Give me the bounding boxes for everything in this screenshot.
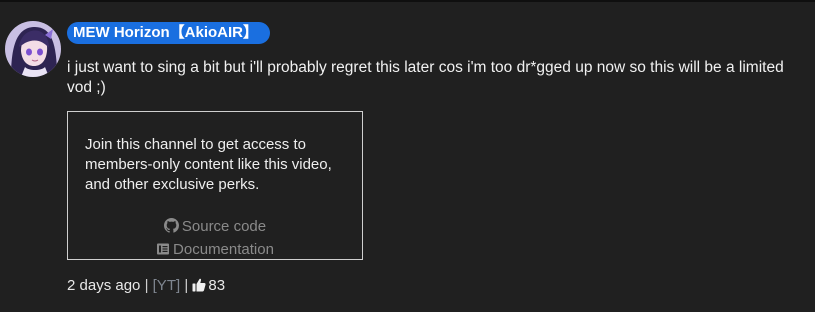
separator: | bbox=[184, 277, 189, 294]
documentation-link[interactable]: Documentation bbox=[68, 241, 362, 260]
thumbs-up-icon[interactable] bbox=[192, 278, 206, 296]
github-icon bbox=[163, 218, 179, 237]
yt-tag[interactable]: [YT] bbox=[153, 277, 181, 294]
members-only-message: Join this channel to get access to membe… bbox=[85, 136, 332, 193]
members-only-box: Join this channel to get access to membe… bbox=[67, 111, 363, 260]
comment-footer: 2 days ago | [YT] | 83 bbox=[67, 277, 225, 296]
separator: | bbox=[144, 277, 149, 294]
top-divider bbox=[0, 0, 815, 2]
timestamp: 2 days ago bbox=[67, 277, 141, 294]
book-icon bbox=[156, 242, 170, 260]
avatar[interactable] bbox=[5, 21, 61, 77]
source-code-label: Source code bbox=[181, 218, 267, 235]
source-code-link[interactable]: Source code bbox=[68, 218, 362, 237]
documentation-label: Documentation bbox=[173, 241, 274, 258]
avatar-image bbox=[5, 21, 61, 77]
author-name-badge[interactable]: MEW Horizon【AkioAIR】 bbox=[67, 22, 270, 44]
comment-text: i just want to sing a bit but i'll proba… bbox=[67, 59, 784, 96]
like-count: 83 bbox=[208, 277, 226, 294]
